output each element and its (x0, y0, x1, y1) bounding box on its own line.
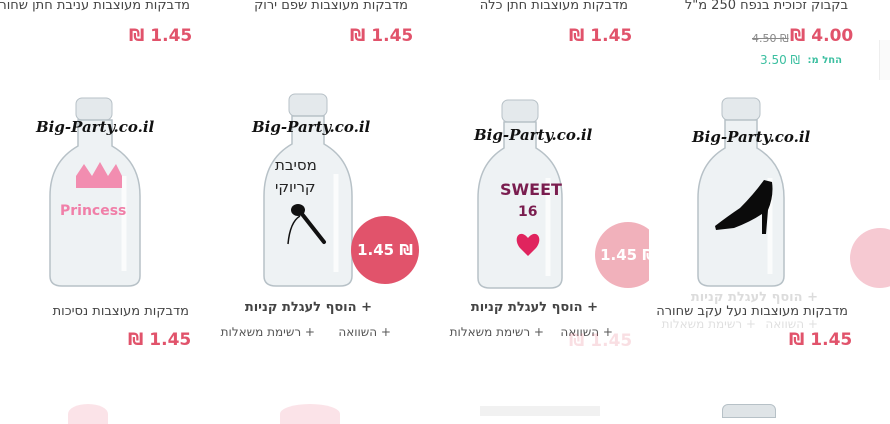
old-price: 4.50 ₪ (752, 32, 789, 45)
product-title[interactable]: מדבקות מעוצבות נעל עקב שחורה (656, 304, 848, 319)
princess-text: Princess (60, 203, 127, 219)
product-price: 4.00 ₪ (790, 26, 854, 46)
product-price: 1.45 ₪ (129, 26, 193, 46)
product-title[interactable]: בקבוק זכוכית בנפח 250 מ"ל (685, 0, 848, 13)
brand-text: Big-Party.co.il (692, 128, 811, 146)
next-item-badge-edge (850, 228, 890, 290)
next-row-image (280, 404, 340, 424)
next-row-image (722, 404, 776, 418)
price-badge: 1.45 ₪ (595, 222, 649, 288)
product-title[interactable]: מדבקות מעוצבות שפם ירוק (254, 0, 408, 13)
wishlist-link[interactable]: + רשימת משאלות (662, 317, 756, 331)
next-row-image (480, 406, 600, 416)
karaoke-text-line1: מסיבת (275, 156, 317, 174)
wishlist-link[interactable]: + רשימת משאלות (221, 325, 315, 339)
product-image[interactable]: Big-Party.co.il (680, 96, 850, 292)
sixteen-text: 16 (518, 204, 538, 220)
product-price: 1.45 ₪ (128, 330, 192, 350)
product-title[interactable]: מדבקות מעוצבות נסיכות (53, 304, 189, 319)
product-title[interactable]: מדבקות מעוצבות חתן כלה (480, 0, 628, 13)
karaoke-text-line2: קריוקי (275, 178, 316, 196)
crown-icon (76, 162, 122, 188)
product-title[interactable]: מדבקות מעוצבות עניבת חתן שחורה (0, 0, 190, 13)
brand-text: Big-Party.co.il (36, 118, 155, 136)
brand-text: Big-Party.co.il (252, 118, 371, 136)
product-image[interactable]: Big-Party.co.il Princess (4, 96, 188, 288)
sweet-text: SWEET (500, 180, 562, 199)
add-to-cart-button[interactable]: + הוסף לעגלת קניות (471, 300, 598, 315)
bottle-image (697, 97, 785, 287)
price-badge: 1.45 ₪ (351, 216, 419, 284)
product-price: 1.45 ₪ (569, 26, 633, 46)
from-price-value: 3.50 ₪ (760, 53, 800, 67)
compare-link[interactable]: + השוואה (765, 317, 818, 331)
compare-link[interactable]: + השוואה (338, 325, 391, 339)
from-price-label: החל מ: (807, 55, 842, 66)
product-price: 1.45 ₪ (350, 26, 414, 46)
brand-text: Big-Party.co.il (474, 126, 593, 144)
product-price: 1.45 ₪ (789, 330, 853, 350)
wishlist-link[interactable]: + רשימת משאלות (450, 325, 544, 339)
product-price: 1.45 ₪ (569, 331, 633, 351)
add-to-cart-button[interactable]: + הוסף לעגלת קניות (245, 300, 372, 315)
add-to-cart-button[interactable]: + הוסף לעגלת קניות (691, 290, 818, 305)
price-badge-clip: 1.45 ₪ (595, 222, 649, 292)
side-panel-edge (879, 40, 890, 80)
next-row-image (68, 404, 108, 424)
